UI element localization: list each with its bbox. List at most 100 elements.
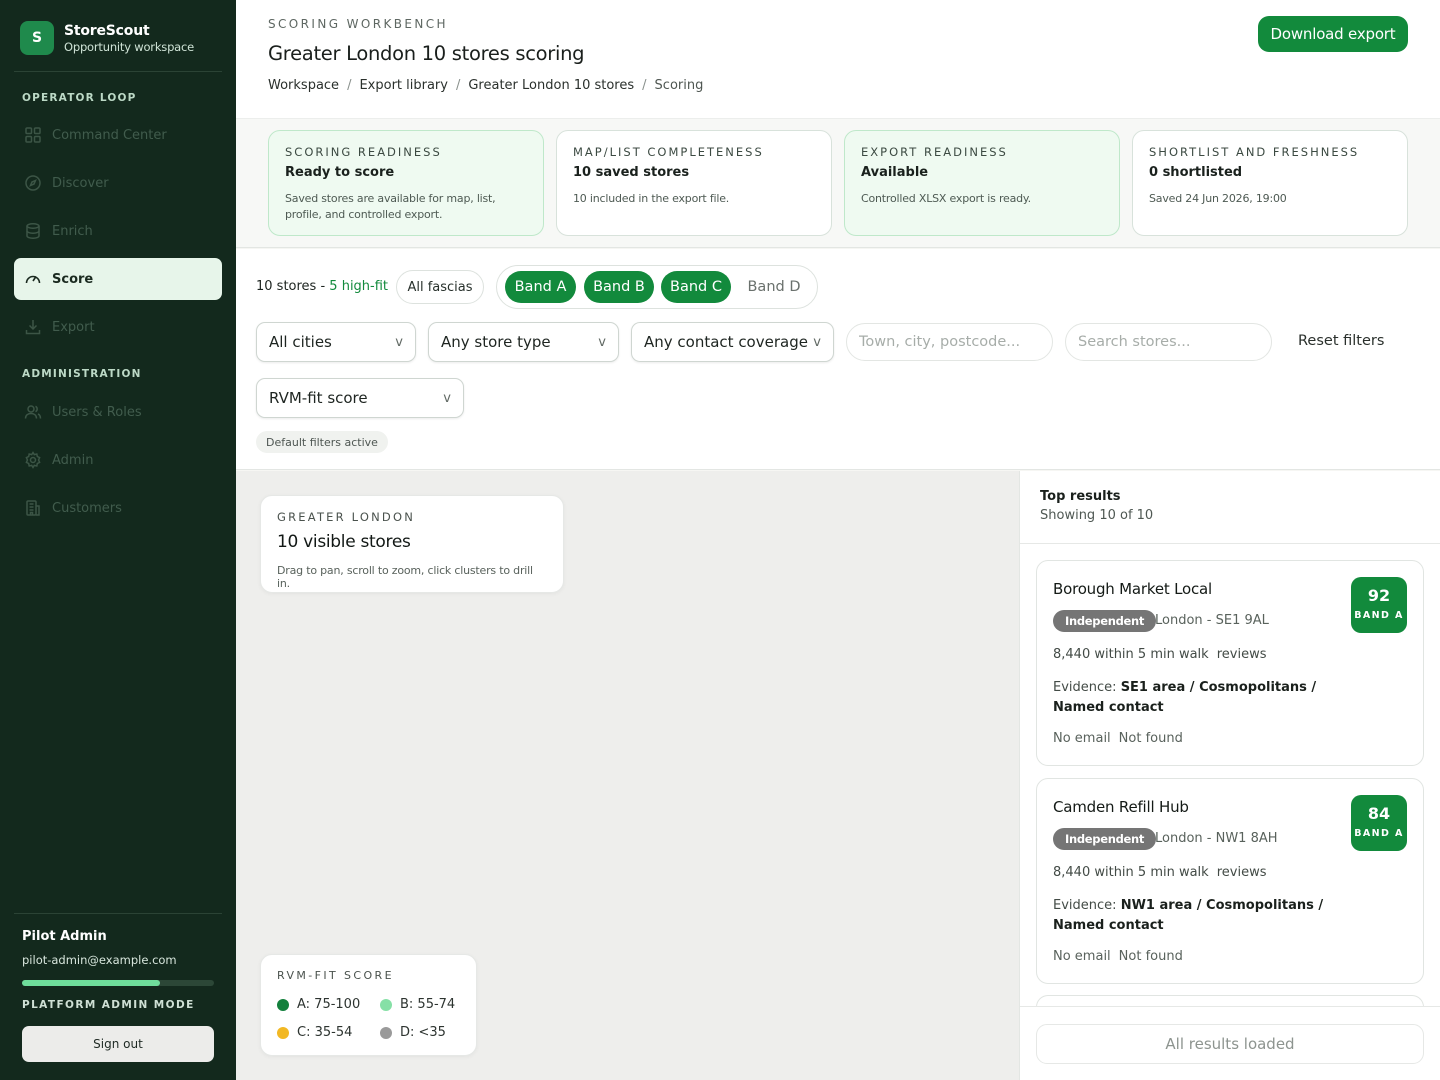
breadcrumb-separator: / [455, 78, 461, 93]
breadcrumb-separator: / [642, 78, 647, 93]
store-name: Borough Market Local [1053, 580, 1212, 598]
sidebar-item-label: Enrich [52, 223, 93, 239]
band-b-toggle[interactable]: Band B [584, 271, 654, 303]
card-key: SCORING READINESS [285, 145, 442, 159]
gear-icon [25, 451, 41, 469]
store-contact: No email Not found [1053, 731, 1183, 746]
results-summary: 10 stores - 5 high-fit [256, 279, 388, 294]
band-a-toggle[interactable]: Band A [505, 271, 576, 303]
sidebar-item-enrich[interactable]: Enrich [14, 210, 222, 252]
breadcrumb-workspace[interactable]: Workspace [268, 78, 339, 93]
sidebar-item-label: Export [52, 319, 95, 335]
sidebar-item-command-center[interactable]: Command Center [14, 114, 222, 156]
page-title: Greater London 10 stores scoring [268, 42, 585, 65]
chevron-down-icon: v [598, 334, 606, 350]
store-footfall: 8,440 within 5 min walk reviews [1053, 647, 1266, 662]
result-card[interactable]: Borough Market Local Independent London … [1036, 560, 1424, 766]
reviews-label: reviews [1216, 647, 1267, 662]
result-card[interactable]: Camden Refill Hub Independent London - N… [1036, 778, 1424, 984]
filter-bar: 10 stores - 5 high-fit All fascias Band … [236, 249, 1440, 470]
search-input[interactable] [1065, 323, 1272, 361]
all-results-loaded-button[interactable]: All results loaded [1036, 1024, 1424, 1064]
store-type-select-value: Any store type [441, 333, 551, 351]
reviews-label: reviews [1216, 865, 1267, 880]
gauge-icon [25, 275, 41, 284]
legend-item-a: A: 75-100 [277, 997, 360, 1012]
city-select[interactable]: All cities v [256, 322, 416, 362]
store-evidence: Evidence: NW1 area / Cosmopolitans / Nam… [1053, 896, 1353, 936]
brand[interactable]: S StoreScout Opportunity workspace [20, 21, 194, 55]
breadcrumb-export-library[interactable]: Export library [359, 78, 448, 93]
location-input[interactable] [846, 323, 1053, 361]
legend-item-c: C: 35-54 [277, 1025, 352, 1040]
legend-dot [277, 1026, 289, 1039]
map-hint: Drag to pan, scroll to zoom, click clust… [277, 564, 533, 590]
sidebar-item-label: Discover [52, 175, 109, 191]
store-type-badge: Independent [1053, 828, 1157, 850]
card-key: EXPORT READINESS [861, 145, 1008, 159]
email-status: No email [1053, 949, 1111, 964]
breadcrumb-export[interactable]: Greater London 10 stores [468, 78, 634, 93]
brand-subtitle: Opportunity workspace [64, 39, 195, 54]
download-export-button[interactable]: Download export [1258, 16, 1408, 52]
sidebar-item-customers[interactable]: Customers [14, 487, 222, 529]
sidebar-divider [14, 913, 222, 914]
map-canvas[interactable]: GREATER LONDON 10 visible stores Drag to… [236, 471, 1019, 1080]
section-label-operator-loop: OPERATOR LOOP [22, 92, 137, 104]
legend-label: C: 35-54 [297, 1025, 353, 1040]
sort-select-value: RVM-fit score [269, 389, 368, 407]
admin-mode-label: PLATFORM ADMIN MODE [22, 999, 195, 1011]
score-band: BAND A [1354, 828, 1404, 839]
legend-dot [277, 998, 289, 1011]
chevron-down-icon: v [395, 334, 403, 350]
status-cards: SCORING READINESS Ready to score Saved s… [236, 118, 1440, 248]
sidebar-item-admin[interactable]: Admin [14, 439, 222, 481]
card-title: 0 shortlisted [1149, 165, 1243, 180]
score-badge: 92 BAND A [1351, 577, 1407, 633]
breadcrumb: Workspace / Export library / Greater Lon… [268, 78, 703, 93]
band-c-toggle[interactable]: Band C [661, 271, 731, 303]
score-badge: 84 BAND A [1351, 795, 1407, 851]
sidebar-item-export[interactable]: Export [14, 306, 222, 348]
sort-select[interactable]: RVM-fit score v [256, 378, 464, 418]
legend-dot [380, 1026, 392, 1039]
legend-item-b: B: 55-74 [380, 997, 455, 1012]
email-status: No email [1053, 731, 1111, 746]
brand-logo: S [20, 21, 54, 55]
evidence-label: Evidence: [1053, 680, 1117, 695]
contact-status: Not found [1118, 949, 1183, 964]
card-map-list-completeness: MAP/LIST COMPLETENESS 10 saved stores 10… [556, 130, 832, 236]
usage-progress-fill [22, 980, 161, 986]
store-location: London - NW1 8AH [1155, 831, 1278, 846]
store-name: Camden Refill Hub [1053, 798, 1189, 816]
sidebar-item-discover[interactable]: Discover [14, 162, 222, 204]
brand-name: StoreScout [64, 22, 150, 39]
contact-coverage-select[interactable]: Any contact coverage v [631, 322, 834, 362]
sign-out-button[interactable]: Sign out [22, 1026, 214, 1062]
sidebar-item-label: Admin [52, 452, 94, 468]
store-contact: No email Not found [1053, 949, 1183, 964]
reset-filters-button[interactable]: Reset filters [1298, 333, 1384, 349]
card-export-readiness: EXPORT READINESS Available Controlled XL… [844, 130, 1120, 236]
sidebar-item-score[interactable]: Score [14, 258, 222, 300]
sidebar-item-users-roles[interactable]: Users & Roles [14, 391, 222, 433]
card-description: Controlled XLSX export is ready. [861, 192, 1031, 205]
score-value: 84 [1367, 804, 1391, 823]
chevron-down-icon: v [813, 334, 821, 350]
store-type-select[interactable]: Any store type v [428, 322, 619, 362]
card-key: SHORTLIST AND FRESHNESS [1149, 145, 1360, 159]
score-value: 92 [1367, 586, 1391, 605]
sidebar-item-label: Customers [52, 500, 122, 516]
grid-icon [25, 127, 41, 143]
page-eyebrow: SCORING WORKBENCH [268, 17, 448, 31]
results-title: Top results [1040, 489, 1121, 504]
band-d-toggle[interactable]: Band D [739, 271, 809, 303]
map-eyebrow: GREATER LONDON [277, 510, 416, 524]
store-footfall: 8,440 within 5 min walk reviews [1053, 865, 1266, 880]
breadcrumb-separator: / [347, 78, 352, 93]
fascia-filter-pill[interactable]: All fascias [396, 270, 484, 304]
legend-item-d: D: <35 [380, 1025, 446, 1040]
card-key: MAP/LIST COMPLETENESS [573, 145, 764, 159]
card-title: Available [861, 165, 929, 180]
results-count: Showing 10 of 10 [1040, 508, 1154, 523]
